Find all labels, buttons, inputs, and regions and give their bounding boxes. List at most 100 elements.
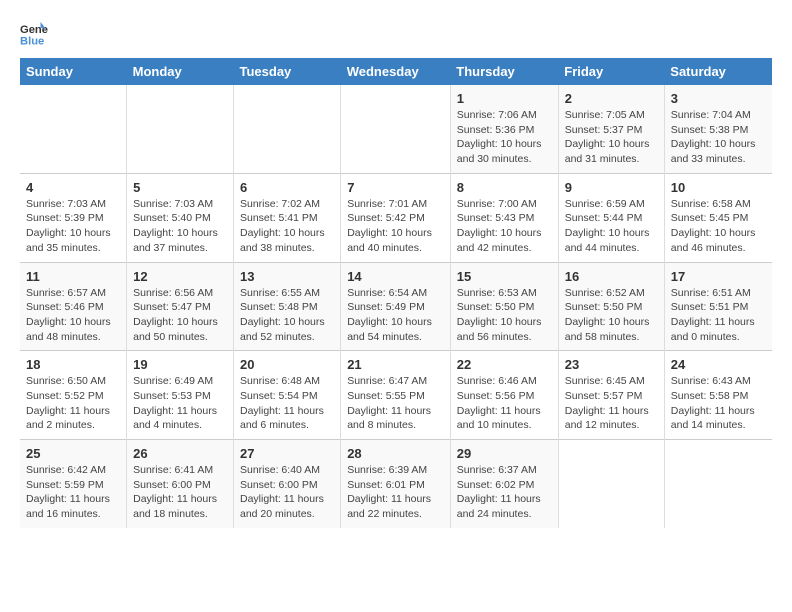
- day-detail: Sunrise: 6:40 AM Sunset: 6:00 PM Dayligh…: [240, 463, 334, 522]
- day-number: 12: [133, 269, 227, 284]
- day-number: 22: [457, 357, 552, 372]
- week-row-5: 25Sunrise: 6:42 AM Sunset: 5:59 PM Dayli…: [20, 440, 772, 528]
- calendar-cell: 19 Sunrise: 6:49 AM Sunset: 5:53 PM Dayli…: [127, 351, 234, 440]
- calendar-cell: 11Sunrise: 6:57 AM Sunset: 5:46 PM Dayli…: [20, 262, 127, 351]
- day-detail: Sunrise: 7:01 AM Sunset: 5:42 PM Dayligh…: [347, 197, 444, 256]
- day-number: 1: [457, 91, 552, 106]
- day-number: 2: [565, 91, 658, 106]
- day-number: 20: [240, 357, 334, 372]
- day-detail: Sunrise: 6:43 AM Sunset: 5:58 PM Dayligh…: [671, 374, 766, 433]
- week-row-1: 1 Sunrise: 7:06 AM Sunset: 5:36 PM Daylig…: [20, 85, 772, 173]
- day-number: 10: [671, 180, 766, 195]
- day-number: 16: [565, 269, 658, 284]
- calendar-cell: 23Sunrise: 6:45 AM Sunset: 5:57 PM Dayli…: [558, 351, 664, 440]
- calendar-cell: 24 Sunrise: 6:43 AM Sunset: 5:58 PM Dayli…: [664, 351, 772, 440]
- day-number: 26: [133, 446, 227, 461]
- day-number: 4: [26, 180, 120, 195]
- day-number: 13: [240, 269, 334, 284]
- weekday-header-saturday: Saturday: [664, 58, 772, 85]
- weekday-header-row: SundayMondayTuesdayWednesdayThursdayFrid…: [20, 58, 772, 85]
- day-detail: Sunrise: 6:54 AM Sunset: 5:49 PM Dayligh…: [347, 286, 444, 345]
- day-number: 17: [671, 269, 766, 284]
- day-detail: Sunrise: 7:00 AM Sunset: 5:43 PM Dayligh…: [457, 197, 552, 256]
- day-detail: Sunrise: 6:47 AM Sunset: 5:55 PM Dayligh…: [347, 374, 444, 433]
- weekday-header-thursday: Thursday: [450, 58, 558, 85]
- calendar-cell: [234, 85, 341, 173]
- day-detail: Sunrise: 6:37 AM Sunset: 6:02 PM Dayligh…: [457, 463, 552, 522]
- calendar-cell: 21 Sunrise: 6:47 AM Sunset: 5:55 PM Dayli…: [341, 351, 451, 440]
- day-number: 24: [671, 357, 766, 372]
- calendar-cell: 10 Sunrise: 6:58 AM Sunset: 5:45 PM Dayli…: [664, 173, 772, 262]
- calendar-cell: 9 Sunrise: 6:59 AM Sunset: 5:44 PM Daylig…: [558, 173, 664, 262]
- calendar-cell: 20Sunrise: 6:48 AM Sunset: 5:54 PM Dayli…: [234, 351, 341, 440]
- logo: General Blue: [20, 20, 48, 48]
- calendar-cell: [127, 85, 234, 173]
- calendar-table: SundayMondayTuesdayWednesdayThursdayFrid…: [20, 58, 772, 528]
- calendar-cell: 4 Sunrise: 7:03 AM Sunset: 5:39 PM Daylig…: [20, 173, 127, 262]
- day-detail: Sunrise: 7:03 AM Sunset: 5:40 PM Dayligh…: [133, 197, 227, 256]
- day-detail: Sunrise: 6:58 AM Sunset: 5:45 PM Dayligh…: [671, 197, 766, 256]
- day-detail: Sunrise: 6:53 AM Sunset: 5:50 PM Dayligh…: [457, 286, 552, 345]
- day-detail: Sunrise: 6:49 AM Sunset: 5:53 PM Dayligh…: [133, 374, 227, 433]
- day-detail: Sunrise: 6:56 AM Sunset: 5:47 PM Dayligh…: [133, 286, 227, 345]
- calendar-cell: 25Sunrise: 6:42 AM Sunset: 5:59 PM Dayli…: [20, 440, 127, 528]
- calendar-cell: 14 Sunrise: 6:54 AM Sunset: 5:49 PM Dayli…: [341, 262, 451, 351]
- calendar-cell: 15Sunrise: 6:53 AM Sunset: 5:50 PM Dayli…: [450, 262, 558, 351]
- logo-icon: General Blue: [20, 20, 48, 48]
- day-detail: Sunrise: 6:46 AM Sunset: 5:56 PM Dayligh…: [457, 374, 552, 433]
- calendar-cell: 2 Sunrise: 7:05 AM Sunset: 5:37 PM Daylig…: [558, 85, 664, 173]
- day-detail: Sunrise: 7:06 AM Sunset: 5:36 PM Dayligh…: [457, 108, 552, 167]
- week-row-2: 4 Sunrise: 7:03 AM Sunset: 5:39 PM Daylig…: [20, 173, 772, 262]
- day-number: 21: [347, 357, 444, 372]
- day-detail: Sunrise: 7:02 AM Sunset: 5:41 PM Dayligh…: [240, 197, 334, 256]
- weekday-header-sunday: Sunday: [20, 58, 127, 85]
- calendar-cell: [341, 85, 451, 173]
- calendar-cell: 13 Sunrise: 6:55 AM Sunset: 5:48 PM Dayli…: [234, 262, 341, 351]
- day-number: 5: [133, 180, 227, 195]
- week-row-3: 11Sunrise: 6:57 AM Sunset: 5:46 PM Dayli…: [20, 262, 772, 351]
- weekday-header-monday: Monday: [127, 58, 234, 85]
- day-number: 28: [347, 446, 444, 461]
- day-detail: Sunrise: 6:50 AM Sunset: 5:52 PM Dayligh…: [26, 374, 120, 433]
- day-detail: Sunrise: 7:05 AM Sunset: 5:37 PM Dayligh…: [565, 108, 658, 167]
- calendar-cell: 8 Sunrise: 7:00 AM Sunset: 5:43 PM Daylig…: [450, 173, 558, 262]
- svg-text:General: General: [20, 24, 48, 36]
- calendar-cell: 22 Sunrise: 6:46 AM Sunset: 5:56 PM Dayli…: [450, 351, 558, 440]
- day-number: 23: [565, 357, 658, 372]
- day-detail: Sunrise: 7:03 AM Sunset: 5:39 PM Dayligh…: [26, 197, 120, 256]
- calendar-cell: 27Sunrise: 6:40 AM Sunset: 6:00 PM Dayli…: [234, 440, 341, 528]
- calendar-cell: [20, 85, 127, 173]
- page-header: General Blue: [20, 20, 772, 48]
- calendar-cell: 26 Sunrise: 6:41 AM Sunset: 6:00 PM Dayli…: [127, 440, 234, 528]
- day-number: 3: [671, 91, 766, 106]
- day-detail: Sunrise: 6:59 AM Sunset: 5:44 PM Dayligh…: [565, 197, 658, 256]
- day-number: 29: [457, 446, 552, 461]
- day-number: 7: [347, 180, 444, 195]
- calendar-cell: 7 Sunrise: 7:01 AM Sunset: 5:42 PM Daylig…: [341, 173, 451, 262]
- calendar-cell: 16 Sunrise: 6:52 AM Sunset: 5:50 PM Dayli…: [558, 262, 664, 351]
- calendar-cell: 18 Sunrise: 6:50 AM Sunset: 5:52 PM Dayli…: [20, 351, 127, 440]
- day-number: 11: [26, 269, 120, 284]
- weekday-header-friday: Friday: [558, 58, 664, 85]
- day-detail: Sunrise: 6:39 AM Sunset: 6:01 PM Dayligh…: [347, 463, 444, 522]
- week-row-4: 18 Sunrise: 6:50 AM Sunset: 5:52 PM Dayli…: [20, 351, 772, 440]
- day-detail: Sunrise: 6:52 AM Sunset: 5:50 PM Dayligh…: [565, 286, 658, 345]
- day-number: 8: [457, 180, 552, 195]
- day-detail: Sunrise: 6:55 AM Sunset: 5:48 PM Dayligh…: [240, 286, 334, 345]
- day-number: 9: [565, 180, 658, 195]
- day-number: 18: [26, 357, 120, 372]
- weekday-header-tuesday: Tuesday: [234, 58, 341, 85]
- day-number: 19: [133, 357, 227, 372]
- calendar-cell: 29 Sunrise: 6:37 AM Sunset: 6:02 PM Dayli…: [450, 440, 558, 528]
- calendar-cell: 3Sunrise: 7:04 AM Sunset: 5:38 PM Daylig…: [664, 85, 772, 173]
- calendar-cell: 17Sunrise: 6:51 AM Sunset: 5:51 PM Dayli…: [664, 262, 772, 351]
- weekday-header-wednesday: Wednesday: [341, 58, 451, 85]
- day-number: 14: [347, 269, 444, 284]
- calendar-cell: 28 Sunrise: 6:39 AM Sunset: 6:01 PM Dayli…: [341, 440, 451, 528]
- calendar-cell: 1 Sunrise: 7:06 AM Sunset: 5:36 PM Daylig…: [450, 85, 558, 173]
- day-detail: Sunrise: 6:41 AM Sunset: 6:00 PM Dayligh…: [133, 463, 227, 522]
- calendar-cell: 5 Sunrise: 7:03 AM Sunset: 5:40 PM Daylig…: [127, 173, 234, 262]
- svg-text:Blue: Blue: [20, 35, 44, 47]
- calendar-cell: [558, 440, 664, 528]
- day-number: 25: [26, 446, 120, 461]
